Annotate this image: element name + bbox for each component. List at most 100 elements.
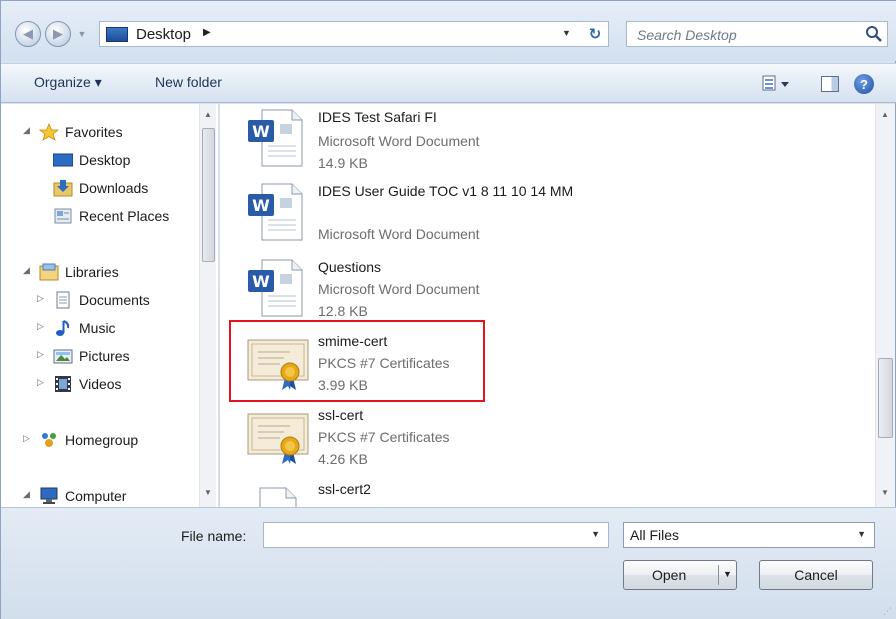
collapse-icon[interactable]: ◢	[23, 125, 33, 136]
file-size: 4.26 KB	[318, 451, 368, 467]
nav-label: Computer	[65, 488, 127, 504]
file-type: Microsoft Word Document	[318, 281, 480, 297]
file-name-input[interactable]: ▼	[263, 522, 609, 548]
expand-icon[interactable]: ▷	[37, 321, 47, 332]
cancel-button-label: Cancel	[794, 567, 838, 583]
nav-label: Desktop	[79, 152, 131, 168]
new-folder-button[interactable]: New folder	[155, 74, 222, 90]
command-bar: Organize ▾ New folder ?	[1, 63, 896, 103]
word-doc-icon: W	[248, 259, 303, 317]
file-type: Microsoft Word Document	[318, 226, 480, 242]
nav-label: Documents	[79, 292, 150, 308]
file-item[interactable]: W Questions Microsoft Word Document 12.8…	[246, 258, 646, 328]
certificate-icon	[247, 413, 309, 464]
nav-libraries[interactable]: ◢ Libraries	[23, 261, 119, 283]
file-list: W IDES Test Safari FI Microsoft Word Doc…	[220, 104, 875, 507]
pictures-icon	[53, 349, 73, 364]
recent-pages-dropdown[interactable]: ▼	[75, 25, 89, 43]
word-doc-icon: W	[248, 183, 303, 241]
expand-icon[interactable]: ▷	[23, 433, 33, 444]
star-icon	[39, 123, 59, 141]
address-row: ◀ ▶ ▼ Desktop ▶ ▼ ↻ Search Desktop	[1, 1, 896, 61]
file-name: ssl-cert	[318, 407, 364, 423]
open-button[interactable]: Open ▼	[623, 560, 737, 590]
scroll-down-icon[interactable]: ▼	[881, 488, 889, 497]
help-icon[interactable]: ?	[854, 74, 874, 94]
expand-icon[interactable]: ▷	[37, 377, 47, 388]
nav-item-documents[interactable]: ▷ Documents	[37, 289, 150, 311]
file-list-scrollbar[interactable]: ▲ ▼	[875, 104, 895, 507]
split-divider	[718, 565, 719, 585]
chevron-down-icon[interactable]: ▼	[591, 529, 600, 539]
nav-item-pictures[interactable]: ▷ Pictures	[37, 345, 130, 367]
search-input[interactable]: Search Desktop	[637, 27, 737, 43]
file-name: smime-cert	[318, 333, 388, 349]
nav-item-desktop[interactable]: Desktop	[53, 149, 130, 171]
nav-item-music[interactable]: ▷ Music	[37, 317, 116, 339]
nav-homegroup[interactable]: ▷ Homegroup	[23, 429, 138, 451]
nav-label: Favorites	[65, 124, 123, 140]
file-size: 12.8 KB	[318, 303, 368, 319]
file-name: ssl-cert2	[318, 481, 371, 497]
file-type-filter-value: All Files	[630, 527, 680, 543]
collapse-icon[interactable]: ◢	[23, 265, 33, 276]
videos-icon	[55, 376, 71, 392]
word-doc-icon: W	[248, 109, 303, 167]
change-view-icon[interactable]	[761, 74, 791, 94]
svg-text:W: W	[252, 272, 270, 291]
address-dropdown-icon[interactable]: ▼	[562, 28, 571, 38]
collapse-icon[interactable]: ◢	[23, 489, 33, 500]
chevron-down-icon[interactable]: ▼	[857, 529, 866, 539]
scroll-down-icon[interactable]: ▼	[204, 488, 212, 497]
nav-item-downloads[interactable]: Downloads	[53, 177, 148, 199]
nav-computer[interactable]: ◢ Computer	[23, 485, 127, 507]
nav-item-videos[interactable]: ▷ Videos	[37, 373, 122, 395]
nav-label: Videos	[79, 376, 122, 392]
nav-label: Pictures	[79, 348, 130, 364]
file-item[interactable]: ssl-cert PKCS #7 Certificates 4.26 KB	[246, 406, 646, 476]
blank-file-icon	[259, 487, 297, 507]
scroll-up-icon[interactable]: ▲	[204, 110, 212, 119]
search-box[interactable]: Search Desktop	[626, 21, 888, 47]
nav-pane-scrollbar[interactable]: ▲ ▼	[199, 104, 216, 507]
preview-pane-icon[interactable]	[821, 76, 839, 92]
expand-icon[interactable]: ▷	[37, 293, 47, 304]
scrollbar-thumb[interactable]	[878, 358, 893, 438]
bottom-panel: File name: ▼ All Files ▼ Open ▼ Cancel ⋰	[1, 507, 896, 619]
svg-text:W: W	[252, 196, 270, 215]
desktop-icon	[106, 27, 128, 42]
file-size: 14.9 KB	[318, 155, 368, 171]
file-type: PKCS #7 Certificates	[318, 355, 450, 371]
breadcrumb-desktop[interactable]: Desktop	[136, 26, 191, 43]
address-bar[interactable]: Desktop ▶ ▼	[99, 21, 609, 47]
file-type: Microsoft Word Document	[318, 133, 480, 149]
nav-label: Libraries	[65, 264, 119, 280]
file-name: IDES Test Safari FI	[318, 109, 437, 125]
file-item[interactable]: W IDES Test Safari FI Microsoft Word Doc…	[246, 108, 646, 178]
search-icon[interactable]	[865, 25, 883, 43]
downloads-folder-icon	[53, 180, 73, 197]
scrollbar-thumb[interactable]	[202, 128, 215, 262]
svg-text:W: W	[252, 122, 270, 141]
resize-grip-icon[interactable]: ⋰	[883, 606, 893, 616]
file-item-selected[interactable]: smime-cert PKCS #7 Certificates 3.99 KB	[246, 332, 646, 402]
breadcrumb-arrow-icon[interactable]: ▶	[203, 27, 211, 38]
scroll-up-icon[interactable]: ▲	[881, 110, 889, 119]
homegroup-icon	[42, 433, 56, 447]
music-icon	[56, 320, 70, 336]
file-type-filter[interactable]: All Files ▼	[623, 522, 875, 548]
organize-button[interactable]: Organize ▾	[34, 74, 102, 91]
file-item[interactable]: W IDES User Guide TOC v1 8 11 10 14 MM M…	[246, 182, 646, 254]
open-options-dropdown-icon[interactable]: ▼	[723, 569, 732, 579]
nav-item-recent-places[interactable]: Recent Places	[53, 205, 169, 227]
recent-places-icon	[54, 208, 72, 224]
certificate-icon	[247, 339, 309, 390]
refresh-button[interactable]: ↻	[581, 21, 609, 47]
computer-icon	[40, 487, 58, 504]
expand-icon[interactable]: ▷	[37, 349, 47, 360]
cancel-button[interactable]: Cancel	[759, 560, 873, 590]
nav-favorites[interactable]: ◢ Favorites	[23, 121, 123, 143]
file-item[interactable]: ssl-cert2	[246, 480, 646, 507]
forward-button[interactable]: ▶	[45, 21, 71, 47]
back-button[interactable]: ◀	[15, 21, 41, 47]
